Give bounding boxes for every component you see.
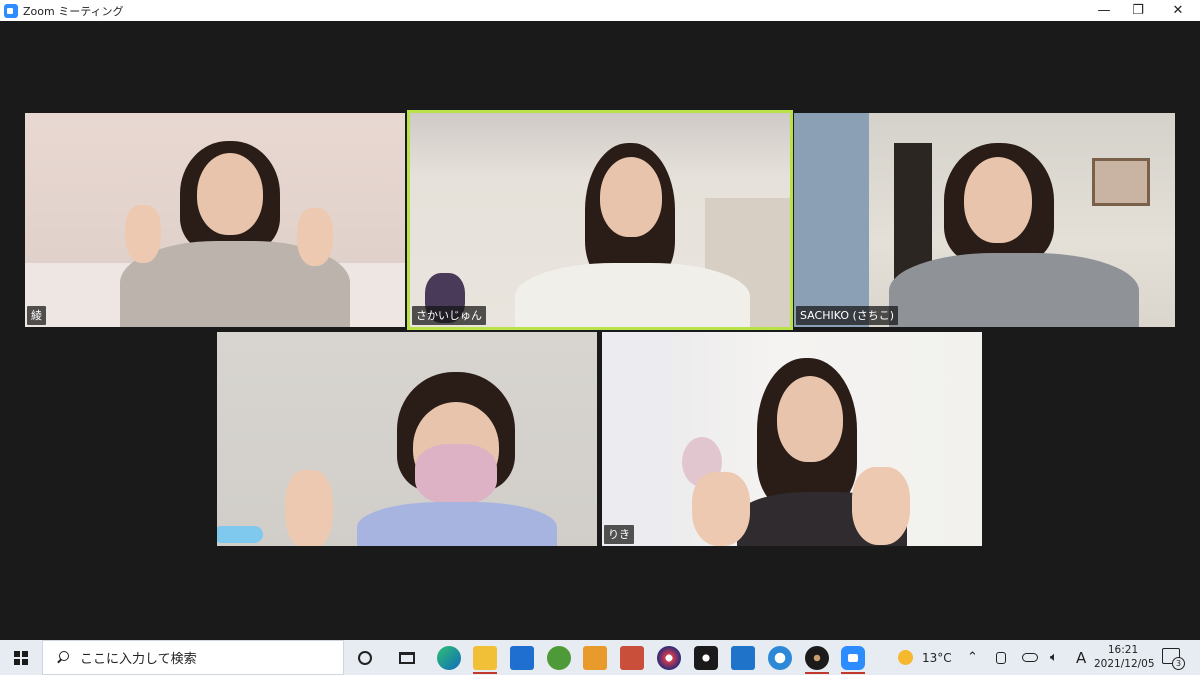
windows-logo-icon: [14, 650, 28, 665]
windows-taskbar: ここに入力して検索 13°C ⌃ 🔈︎ A 16:21 2021/12/05 3: [0, 640, 1200, 675]
participant-name-tag: SACHIKO (さちこ): [796, 306, 899, 325]
app-color-icon[interactable]: [657, 646, 681, 670]
ie-icon[interactable]: [768, 646, 792, 670]
weather-temp: 13°C: [922, 650, 952, 665]
participant-name-tag: 綾: [27, 306, 46, 325]
close-button[interactable]: ✕: [1156, 0, 1200, 21]
video-tile[interactable]: [217, 332, 597, 546]
app-disc-icon[interactable]: [805, 646, 829, 670]
app-eye-icon[interactable]: [694, 646, 718, 670]
video-feed: [794, 113, 1175, 327]
chevron-up-icon[interactable]: ⌃: [967, 640, 978, 675]
participant-name-tag: さかいじゅん: [412, 306, 486, 325]
sun-icon: [898, 650, 913, 665]
zoom-icon[interactable]: [841, 646, 865, 670]
search-placeholder: ここに入力して検索: [80, 652, 197, 667]
clock-time: 16:21: [1107, 644, 1139, 656]
maximize-button[interactable]: ❐: [1116, 0, 1160, 21]
zoom-app-icon: [4, 3, 18, 18]
app-green-icon[interactable]: [547, 646, 571, 670]
video-feed: [217, 332, 597, 546]
app-video-icon[interactable]: [583, 646, 607, 670]
ime-indicator[interactable]: A: [1076, 640, 1086, 675]
onedrive-cloud-icon[interactable]: [1022, 640, 1038, 675]
app-paint-icon[interactable]: [620, 646, 644, 670]
start-button[interactable]: [0, 640, 42, 675]
taskbar-clock[interactable]: 16:21 2021/12/05: [1094, 643, 1155, 671]
video-tile[interactable]: 綾: [25, 113, 405, 327]
meet-now-icon[interactable]: [996, 640, 1006, 675]
video-feed: [410, 113, 790, 327]
meeting-gallery: 綾 さかいじゅん SACHIKO (さちこ) りき: [0, 21, 1200, 640]
video-tile-active-speaker[interactable]: さかいじゅん: [407, 110, 793, 330]
participant-name-tag: りき: [604, 525, 634, 544]
task-view-icon[interactable]: [395, 646, 419, 670]
cortana-icon[interactable]: [353, 646, 377, 670]
taskbar-search[interactable]: ここに入力して検索: [42, 640, 344, 675]
title-bar: Zoom ミーティング — ❐ ✕: [0, 0, 1200, 21]
search-icon: [56, 650, 70, 665]
volume-icon[interactable]: 🔈︎: [1050, 640, 1058, 675]
video-tile[interactable]: りき: [602, 332, 982, 546]
file-explorer-icon[interactable]: [473, 646, 497, 670]
video-tile[interactable]: SACHIKO (さちこ): [794, 113, 1175, 327]
clock-date: 2021/12/05: [1094, 658, 1155, 670]
notification-count-badge: 3: [1172, 657, 1185, 670]
edge-icon[interactable]: [437, 646, 461, 670]
weather-widget[interactable]: 13°C: [898, 640, 952, 675]
window-title: Zoom ミーティング: [23, 4, 124, 18]
mail-icon[interactable]: [731, 646, 755, 670]
video-feed: [25, 113, 405, 327]
store-icon[interactable]: [510, 646, 534, 670]
video-feed: [602, 332, 982, 546]
